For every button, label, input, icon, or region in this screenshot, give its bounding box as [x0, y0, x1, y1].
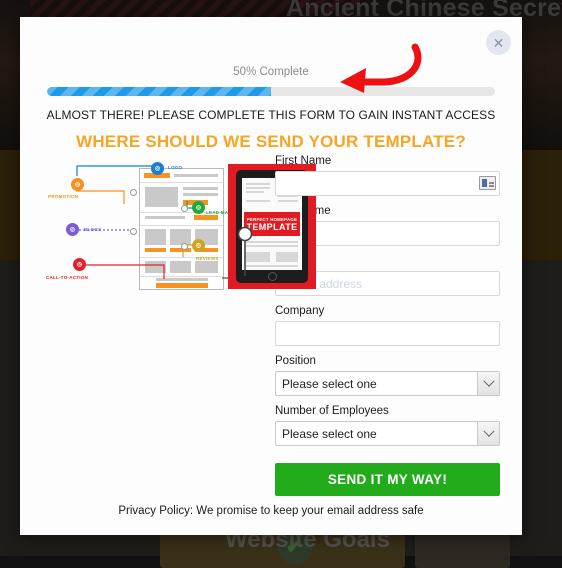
callout-dot-promotion: ◎	[71, 178, 84, 191]
homepage-wireframe-illustration: ◎ LOGO ◎ PROMOTION ◎ LEAD MAGNET ◎ BLOGS…	[46, 160, 316, 292]
illustration-column: ◎ LOGO ◎ PROMOTION ◎ LEAD MAGNET ◎ BLOGS…	[20, 155, 316, 496]
label-company: Company	[275, 305, 325, 317]
company-input[interactable]	[275, 321, 500, 346]
field-first-name: First Name	[275, 155, 500, 196]
progress-label: 50% Complete	[233, 66, 309, 78]
label-position: Position	[275, 355, 316, 367]
callout-dot-cta: ◎	[73, 258, 86, 271]
progress-bar-fill	[47, 87, 271, 96]
modal-body: ◎ LOGO ◎ PROMOTION ◎ LEAD MAGNET ◎ BLOGS…	[20, 155, 522, 496]
callout-label-logo: LOGO	[168, 165, 183, 170]
field-company: Company	[275, 305, 500, 346]
callout-dot-lead-magnet: ◎	[192, 201, 205, 214]
first-name-input[interactable]	[275, 171, 500, 196]
contact-card-icon[interactable]	[479, 176, 496, 190]
field-employees: Number of Employees Please select one	[275, 405, 500, 446]
modal-heading: WHERE SHOULD WE SEND YOUR TEMPLATE?	[76, 132, 466, 151]
callout-dot-logo: ◎	[151, 162, 164, 175]
tablet-pointer-line	[237, 226, 253, 276]
callout-label-reviews: REVIEWS	[196, 256, 219, 261]
tablet-home-button-icon	[268, 272, 277, 281]
label-employees: Number of Employees	[275, 405, 389, 417]
callout-dot-reviews: ◎	[192, 239, 205, 252]
modal-subheading: ALMOST THERE! PLEASE COMPLETE THIS FORM …	[46, 108, 496, 122]
close-icon[interactable]: ✕	[486, 30, 511, 55]
callout-label-blogs: BLOGS	[84, 227, 102, 232]
callout-label-cta: CALL-TO-ACTION	[46, 275, 89, 280]
privacy-policy-text: Privacy Policy: We promise to keep your …	[118, 505, 424, 517]
employees-select[interactable]: Please select one	[275, 421, 500, 446]
submit-button[interactable]: SEND IT MY WAY!	[275, 463, 500, 496]
field-position: Position Please select one	[275, 355, 500, 396]
callout-label-promotion: PROMOTION	[48, 194, 79, 199]
lead-capture-modal: ✕ 50% Complete ALMOST THERE! PLEASE COMP…	[20, 17, 522, 535]
progress-bar	[47, 87, 495, 96]
position-select[interactable]: Please select one	[275, 371, 500, 396]
callout-dot-blogs: ◎	[66, 223, 79, 236]
